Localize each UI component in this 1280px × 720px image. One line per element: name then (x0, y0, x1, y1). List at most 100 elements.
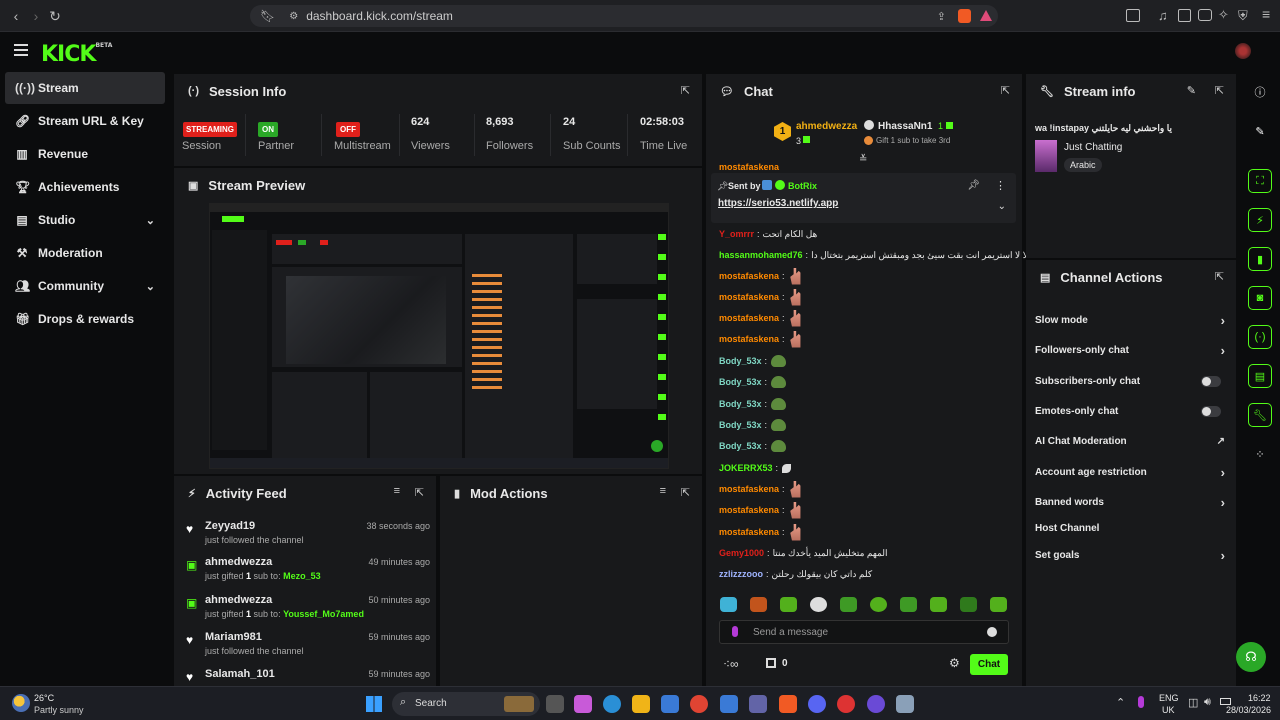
app-icon[interactable] (867, 695, 885, 713)
clock-time[interactable]: 16:22 (1248, 693, 1271, 703)
actions-icon[interactable]: ▤ (1248, 364, 1272, 388)
sidebar-item-drops[interactable]: 🎁︎ Drops & rewards (5, 303, 165, 335)
emote-icon[interactable] (900, 597, 917, 612)
music-icon[interactable]: ♫ (1158, 8, 1168, 23)
task-view-icon[interactable] (546, 695, 564, 713)
menu-icon[interactable]: ≡ (1262, 6, 1270, 22)
emote-icon[interactable] (720, 597, 737, 612)
settings-icon[interactable]: ⚙ (949, 656, 960, 670)
puzzle-icon[interactable]: ⁘ (1248, 442, 1272, 466)
microphone-icon[interactable] (732, 626, 738, 637)
subscribers-only-toggle[interactable] (1201, 375, 1221, 387)
brave-icon[interactable] (779, 695, 797, 713)
chat-username[interactable]: Body_53x (719, 420, 762, 430)
host-channel-row[interactable]: Host Channel (1035, 518, 1225, 538)
chat-send-button[interactable]: Chat (970, 654, 1008, 675)
teams-icon[interactable] (749, 695, 767, 713)
activity-user[interactable]: ahmedwezza (205, 594, 272, 606)
banned-words-row[interactable]: Banned words › (1035, 492, 1225, 512)
chat-username[interactable]: mostafaskena (719, 162, 779, 172)
chat-username[interactable]: Y_omrrr (719, 229, 754, 239)
chat-username[interactable]: hassanmohamed76 (719, 250, 803, 260)
broadcast-icon[interactable]: (·) (1248, 325, 1272, 349)
activity-user[interactable]: Zeyyad19 (205, 520, 255, 532)
kick-logo[interactable]: KICKBETA (41, 42, 112, 67)
taskbar-search[interactable]: ⌕ Search (392, 692, 540, 716)
emote-icon[interactable] (780, 597, 797, 612)
wrench-icon[interactable]: 🔧︎ (1248, 403, 1272, 427)
brave-rewards-icon[interactable] (980, 10, 992, 21)
hamburger-icon[interactable] (14, 44, 28, 56)
chat-username[interactable]: mostafaskena (719, 313, 779, 323)
scan-icon[interactable]: ⛶ (1248, 169, 1272, 193)
vpn-icon[interactable]: ⛨ (1238, 8, 1248, 24)
set-goals-row[interactable]: Set goals › (1035, 545, 1225, 565)
filter-icon[interactable]: ≡ (660, 485, 666, 497)
reload-icon[interactable]: ↻ (45, 6, 65, 26)
leo-icon[interactable]: ✧ (1218, 7, 1229, 23)
gift-box-icon[interactable] (766, 658, 776, 668)
windows-start-icon[interactable] (366, 696, 382, 712)
slow-mode-row[interactable]: Slow mode › (1035, 310, 1225, 330)
battery-icon[interactable] (1220, 698, 1231, 705)
popout-icon[interactable]: ⇱ (681, 84, 690, 97)
chat-username[interactable]: zzlizzzooo (719, 569, 763, 579)
sidebar-icon[interactable] (1178, 9, 1191, 22)
chat-username[interactable]: Body_53x (719, 399, 762, 409)
stream-preview-video[interactable] (209, 203, 669, 469)
emoji-icon[interactable] (987, 627, 997, 637)
settings-icon[interactable] (896, 695, 914, 713)
language-code[interactable]: ENG (1159, 693, 1179, 703)
store-icon[interactable] (661, 695, 679, 713)
address-bar[interactable]: 🔖︎ ⚙ dashboard.kick.com/stream ⇪ (250, 5, 998, 27)
bookmark-icon[interactable]: 🔖︎ (260, 9, 275, 23)
chat-icon[interactable]: ◙ (1248, 286, 1272, 310)
support-chat-button[interactable]: ☊ (1236, 642, 1266, 672)
category-name[interactable]: Just Chatting (1064, 142, 1122, 153)
document-icon[interactable]: ▮ (1248, 247, 1272, 271)
chevron-down-icon[interactable]: ⌄ (998, 201, 1006, 212)
emote-icon[interactable] (960, 597, 977, 612)
wallet-icon[interactable] (1198, 9, 1212, 21)
file-explorer-icon[interactable] (632, 695, 650, 713)
more-icon[interactable]: ⋮ (995, 179, 1006, 192)
emote-icon[interactable] (750, 597, 767, 612)
discord-icon[interactable] (808, 695, 826, 713)
language-region[interactable]: UK (1162, 705, 1175, 715)
edge-icon[interactable] (603, 695, 621, 713)
chat-username[interactable]: JOKERRX53 (719, 463, 773, 473)
infinity-icon[interactable]: ⁖∞ (723, 657, 739, 671)
emotes-only-toggle[interactable] (1201, 405, 1221, 417)
activity-user[interactable]: ahmedwezza (205, 556, 272, 568)
popout-icon[interactable]: ⇱ (415, 486, 424, 499)
chat-username[interactable]: Body_53x (719, 441, 762, 451)
ai-moderation-row[interactable]: AI Chat Moderation ↗ (1035, 431, 1225, 451)
edit-icon[interactable]: ✎ (1248, 119, 1272, 143)
activity-user[interactable]: Salamah_101 (205, 668, 275, 680)
gift-cta[interactable]: Gift 1 sub to take 3rd (876, 136, 950, 145)
forward-icon[interactable]: › (26, 6, 46, 26)
chat-username[interactable]: Body_53x (719, 377, 762, 387)
share-icon[interactable]: ⇪ (937, 10, 946, 23)
filter-icon[interactable]: ≡ (394, 485, 400, 497)
brave-shield-icon[interactable] (958, 9, 971, 23)
pinned-user[interactable]: BotRix (788, 181, 817, 191)
sidebar-item-community[interactable]: 👥︎ Community ⌄ (5, 270, 165, 302)
sidebar-item-achievements[interactable]: 🏆︎ Achievements (5, 171, 165, 203)
chat-username[interactable]: mostafaskena (719, 271, 779, 281)
avatar[interactable] (1235, 43, 1251, 59)
activity-user[interactable]: Mariam981 (205, 631, 262, 643)
reader-icon[interactable] (1126, 9, 1140, 22)
copilot-icon[interactable] (574, 695, 592, 713)
weather-icon[interactable] (12, 694, 30, 712)
chat-username[interactable]: mostafaskena (719, 484, 779, 494)
chevron-up-icon[interactable]: ⌃ (1116, 696, 1125, 709)
outlook-icon[interactable] (720, 695, 738, 713)
top-gifter-name[interactable]: ahmedwezza (796, 121, 857, 132)
sidebar-item-moderation[interactable]: ⚒ Moderation (5, 237, 165, 269)
clock-date[interactable]: 28/03/2026 (1226, 705, 1271, 715)
popout-icon[interactable]: ⇱ (1215, 84, 1224, 97)
second-gifter-name[interactable]: HhassaNn1 (878, 121, 932, 132)
unpin-icon[interactable]: 📌︎ (967, 180, 980, 191)
microphone-icon[interactable] (1138, 696, 1144, 708)
